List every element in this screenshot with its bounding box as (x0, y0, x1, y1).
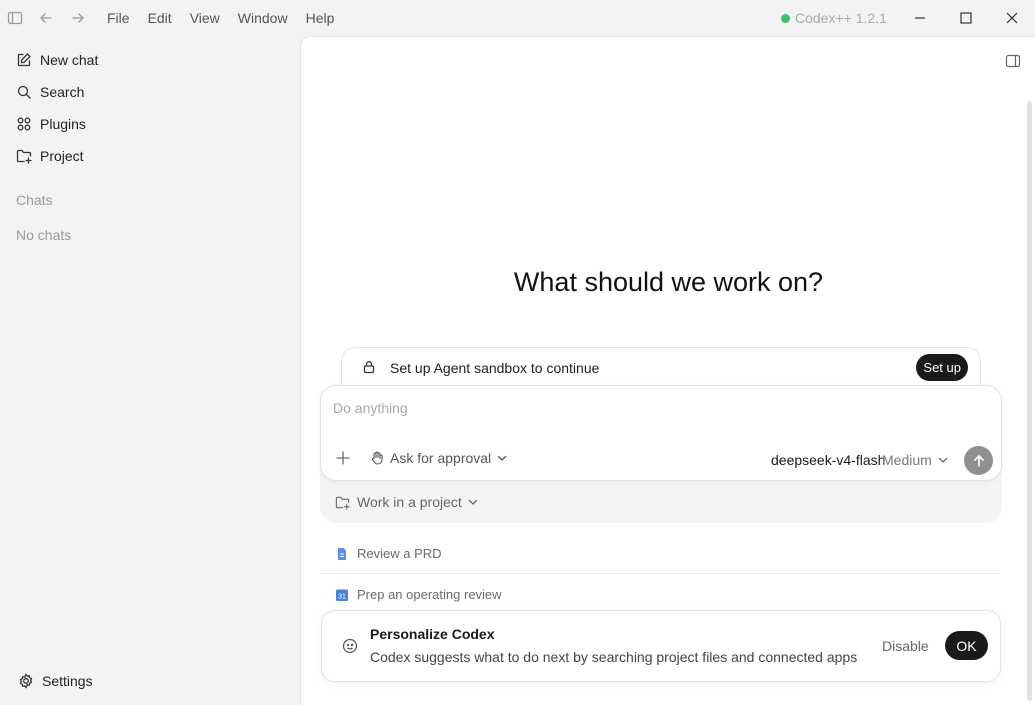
sidebar-item-new-chat[interactable]: New chat (16, 48, 98, 72)
sidebar-item-label: Plugins (40, 116, 86, 132)
right-panel-toggle-icon[interactable] (1005, 53, 1021, 69)
menu-view[interactable]: View (181, 10, 229, 26)
sandbox-text: Set up Agent sandbox to continue (390, 360, 600, 376)
menu-bar: File Edit View Window Help (98, 0, 343, 36)
version-indicator: Codex++ 1.2.1 (781, 10, 887, 26)
settings-button[interactable]: Settings (18, 673, 93, 689)
model-selector[interactable]: deepseek-v4-flash (771, 452, 885, 468)
work-in-project-dropdown[interactable]: Work in a project (335, 494, 478, 510)
gear-icon (18, 673, 34, 689)
version-label: Codex++ 1.2.1 (795, 10, 887, 26)
sidebar-toggle-icon[interactable] (7, 10, 23, 26)
sparkle-face-icon (342, 638, 358, 654)
menu-edit[interactable]: Edit (139, 10, 181, 26)
disable-button[interactable]: Disable (882, 638, 929, 654)
arrow-up-icon (973, 454, 984, 467)
lock-icon (362, 360, 376, 374)
page-title: What should we work on? (513, 267, 824, 297)
personalize-description: Codex suggests what to do next by search… (370, 649, 858, 665)
chevron-down-icon (938, 455, 948, 465)
hand-icon (370, 451, 384, 465)
menu-help[interactable]: Help (297, 10, 344, 26)
personalize-card: Personalize Codex Codex suggests what to… (321, 610, 1001, 682)
divider (320, 573, 1000, 574)
approval-dropdown[interactable]: Ask for approval (370, 450, 507, 466)
sidebar-item-label: New chat (40, 52, 99, 68)
chats-section-label: Chats (16, 192, 53, 208)
search-icon (16, 84, 32, 100)
forward-arrow-icon[interactable] (70, 10, 86, 26)
new-chat-icon (16, 52, 32, 68)
back-arrow-icon[interactable] (38, 10, 54, 26)
project-label: Work in a project (357, 494, 462, 510)
sidebar-item-project[interactable]: Project (16, 144, 84, 168)
menu-file[interactable]: File (98, 10, 139, 26)
document-icon (335, 547, 349, 561)
add-attachment-icon[interactable] (335, 450, 351, 466)
prompt-input[interactable]: Do anything (333, 400, 408, 416)
maximize-icon[interactable] (957, 9, 975, 27)
svg-text:31: 31 (338, 593, 346, 600)
minimize-icon[interactable] (911, 9, 929, 27)
title-bar: File Edit View Window Help Codex++ 1.2.1 (0, 0, 1035, 36)
send-button[interactable] (964, 446, 993, 475)
menu-window[interactable]: Window (229, 10, 297, 26)
status-dot-icon (781, 13, 790, 23)
chevron-down-icon (497, 453, 507, 463)
suggestion-label: Prep an operating review (357, 587, 502, 602)
plugins-icon (16, 116, 32, 132)
sidebar-item-label: Search (40, 84, 85, 100)
suggestion-item[interactable]: Review a PRD (335, 546, 442, 561)
settings-label: Settings (42, 673, 93, 689)
suggestion-item[interactable]: 31 Prep an operating review (335, 587, 502, 602)
no-chats-label: No chats (16, 227, 72, 243)
suggestion-label: Review a PRD (357, 546, 442, 561)
scrollbar[interactable] (1027, 101, 1032, 701)
setup-button[interactable]: Set up (916, 354, 968, 381)
close-icon[interactable] (1003, 9, 1021, 27)
main-panel: What should we work on? Set up Agent san… (300, 36, 1035, 705)
chevron-down-icon (468, 497, 478, 507)
ok-button[interactable]: OK (945, 631, 988, 660)
folder-plus-icon (16, 148, 32, 164)
calendar-icon: 31 (335, 588, 349, 602)
sidebar-item-label: Project (40, 148, 84, 164)
sidebar-item-search[interactable]: Search (16, 80, 84, 104)
approval-label: Ask for approval (390, 450, 492, 466)
effort-dropdown[interactable]: Medium (882, 452, 948, 468)
composer: Do anything Ask for approval deepseek-v4… (320, 385, 1002, 481)
personalize-title: Personalize Codex (370, 626, 495, 642)
sidebar: New chat Search Plugins Project Chats No… (0, 36, 300, 705)
effort-label: Medium (882, 452, 932, 468)
sidebar-item-plugins[interactable]: Plugins (16, 112, 86, 136)
folder-plus-icon (335, 495, 350, 510)
